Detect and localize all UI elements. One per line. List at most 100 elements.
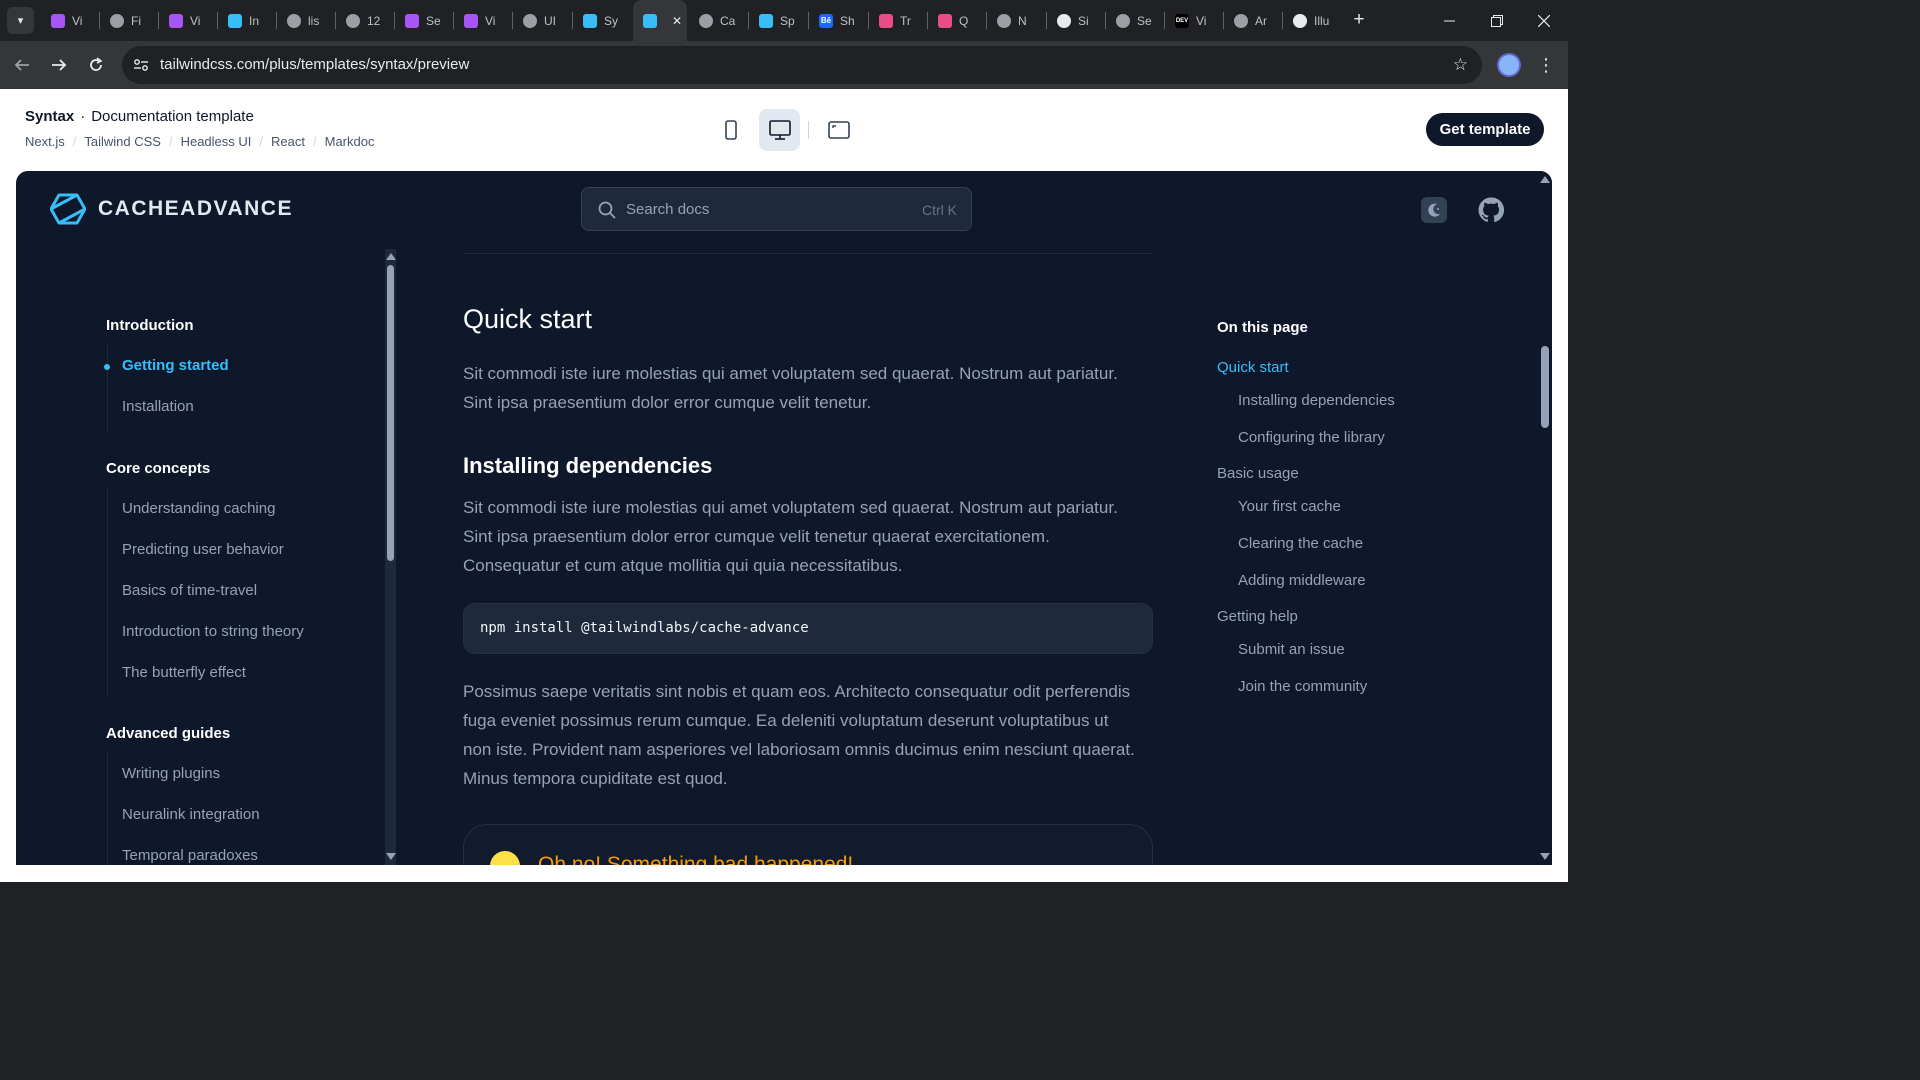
title-separator: · (80, 108, 86, 125)
browser-tab[interactable]: Q (928, 6, 985, 35)
browser-tab[interactable]: Illu (1283, 6, 1333, 35)
toc-item[interactable]: Configuring the library (1238, 429, 1385, 446)
sidebar-item[interactable]: The butterfly effect (122, 664, 246, 681)
sidebar-item-active[interactable]: Getting started (122, 357, 229, 374)
search-docs-input[interactable]: Search docs Ctrl K (581, 187, 972, 231)
address-bar[interactable]: tailwindcss.com/plus/templates/syntax/pr… (122, 46, 1482, 84)
code-text[interactable]: npm install @tailwindlabs/cache-advance (480, 604, 809, 653)
warning-callout: Oh no! Something bad happened! (463, 824, 1153, 865)
browser-tab[interactable]: Si (1047, 6, 1104, 35)
sidebar-item[interactable]: Temporal paradoxes (122, 847, 258, 864)
browser-menu-button[interactable]: ⋮ (1536, 51, 1556, 79)
code-block[interactable]: npm install @tailwindlabs/cache-advance (463, 603, 1153, 654)
scroll-up-arrow[interactable] (386, 253, 396, 260)
toc-item[interactable]: Adding middleware (1238, 572, 1366, 589)
sidebar-item[interactable]: Neuralink integration (122, 806, 260, 823)
sidebar-guide-line (107, 345, 108, 431)
profile-avatar[interactable] (1497, 53, 1521, 77)
page-scroll-up-arrow[interactable] (1540, 176, 1550, 183)
tab-title: Vi (190, 13, 201, 28)
globe-icon (1116, 13, 1130, 28)
browser-tab[interactable]: Vi (41, 6, 98, 35)
vite-icon (464, 13, 478, 28)
browser-tab[interactable]: N (987, 6, 1045, 35)
toc-item[interactable]: Getting help (1217, 608, 1298, 625)
url-text[interactable]: tailwindcss.com/plus/templates/syntax/pr… (160, 46, 469, 84)
sidebar-scrollbar[interactable] (383, 249, 398, 865)
toc-item[interactable]: Basic usage (1217, 465, 1299, 482)
sidebar-item[interactable]: Introduction to string theory (122, 623, 304, 640)
paragraph-line: Minus tempora cupiditate est quod. (463, 769, 728, 788)
tech-link[interactable]: Headless UI (181, 134, 252, 149)
tab-search-button[interactable]: ▾ (7, 7, 34, 34)
close-window-button[interactable] (1520, 0, 1568, 41)
bookmark-star-icon[interactable]: ☆ (1453, 55, 1468, 75)
tech-link[interactable]: Markdoc (325, 134, 375, 149)
browser-tab[interactable]: Ar (1224, 6, 1281, 35)
sidebar-item[interactable]: Understanding caching (122, 500, 275, 517)
toc-item-active[interactable]: Quick start (1217, 359, 1289, 376)
browser-tab[interactable]: In (218, 6, 275, 35)
browser-tab[interactable]: lis (277, 6, 334, 35)
toc-item[interactable]: Submit an issue (1238, 641, 1345, 658)
page-scrollbar[interactable] (1538, 171, 1552, 865)
theme-toggle-button[interactable] (1421, 197, 1447, 223)
page-scroll-down-arrow[interactable] (1540, 853, 1550, 860)
browser-tab[interactable]: Sp (749, 6, 807, 35)
browser-tab[interactable]: Vi (454, 6, 511, 35)
sidebar-scroll-thumb[interactable] (387, 265, 394, 561)
browser-tab[interactable]: Se (395, 6, 452, 35)
mobile-view-button[interactable] (715, 109, 747, 151)
toc-item[interactable]: Join the community (1238, 678, 1367, 695)
site-info-icon[interactable] (132, 56, 150, 74)
github-link[interactable] (1478, 197, 1504, 223)
warning-icon (490, 851, 520, 865)
tab-title: UI (544, 13, 556, 28)
browser-tab[interactable]: Se (1106, 6, 1163, 35)
browser-tab[interactable]: 12 (336, 6, 393, 35)
tab-title: Vi (485, 13, 496, 28)
scroll-down-arrow[interactable] (386, 853, 396, 860)
toc-item[interactable]: Clearing the cache (1238, 535, 1363, 552)
template-name: Syntax (25, 108, 75, 125)
toc-heading: On this page (1217, 319, 1308, 336)
browser-tab[interactable]: UI (513, 6, 571, 35)
tech-link[interactable]: Next.js (25, 134, 65, 149)
new-tab-button[interactable]: + (1348, 8, 1370, 32)
tech-link[interactable]: Tailwind CSS (84, 134, 161, 149)
arrow-right-icon (52, 59, 67, 71)
toc-item[interactable]: Installing dependencies (1238, 392, 1395, 409)
reload-button[interactable] (82, 51, 110, 79)
browser-tab[interactable]: Tr (869, 6, 926, 35)
browser-tab[interactable]: Ca (689, 6, 747, 35)
active-indicator-dot (104, 364, 110, 370)
fullscreen-view-button[interactable] (823, 109, 855, 151)
browser-tab[interactable]: DEV Vi (1165, 6, 1222, 35)
restore-icon (1491, 14, 1503, 27)
restore-button[interactable] (1473, 0, 1521, 41)
toc-item[interactable]: Your first cache (1238, 498, 1341, 515)
browser-tab[interactable]: Fi (100, 6, 157, 35)
back-button[interactable] (8, 51, 36, 79)
desktop-view-button[interactable] (759, 109, 800, 151)
browser-tab[interactable]: Vi (159, 6, 216, 35)
sidebar-item[interactable]: Installation (122, 398, 194, 415)
brand-name: CACHEADVANCE (98, 197, 293, 220)
sidebar-item[interactable]: Writing plugins (122, 765, 220, 782)
tab-active[interactable]: ✕ (633, 0, 687, 41)
sidebar-item[interactable]: Basics of time-travel (122, 582, 257, 599)
browser-tab[interactable]: Sy (573, 6, 631, 35)
tab-title: N (1018, 13, 1027, 28)
sidebar-section-heading: Core concepts (106, 460, 211, 477)
site-logo[interactable]: CACHEADVANCE (50, 193, 293, 225)
docs-sidebar: Introduction Getting started Installation C… (16, 249, 399, 865)
tech-link[interactable]: React (271, 134, 305, 149)
minimize-button[interactable] (1425, 0, 1473, 41)
page-scroll-thumb[interactable] (1541, 346, 1549, 428)
browser-tab[interactable]: Bē Sh (809, 6, 867, 35)
sidebar-item[interactable]: Predicting user behavior (122, 541, 284, 558)
get-template-button[interactable]: Get template (1426, 113, 1544, 146)
forward-button[interactable] (45, 51, 73, 79)
close-tab-icon[interactable]: ✕ (672, 14, 682, 28)
paragraph-line: Sit commodi iste iure molestias qui amet… (463, 498, 1118, 517)
